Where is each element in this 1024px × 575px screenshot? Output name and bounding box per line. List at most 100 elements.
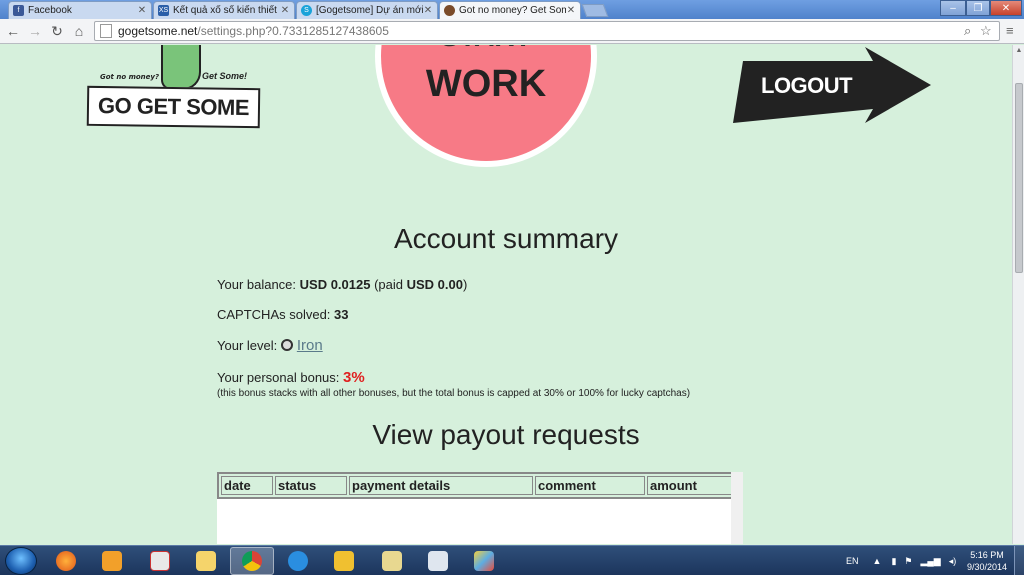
column-header-payment-details: payment details [349, 476, 533, 495]
page-scrollbar[interactable]: ▲ [1012, 45, 1024, 544]
logo-sign: GO GET SOME [86, 85, 261, 129]
language-indicator[interactable]: EN [846, 556, 859, 566]
taskbar-file-explorer[interactable] [184, 547, 228, 575]
start-work-button[interactable]: START WORK [375, 45, 597, 167]
bonus-line: Your personal bonus: 3% [217, 369, 365, 386]
tab-label: Kết quả xổ số kiến thiết 3 | [173, 5, 280, 16]
gogetsome-icon [444, 5, 455, 16]
level-link[interactable]: Iron [297, 337, 323, 354]
tab-label: [Gogetsome] Dự án mới - [316, 5, 423, 16]
logo-tagline-right: Get Some! [202, 71, 248, 81]
start-button[interactable] [5, 547, 37, 575]
tab-label: Got no money? Get Some [459, 5, 566, 16]
back-icon[interactable]: ← [4, 22, 22, 40]
bonus-note: (this bonus stacks with all other bonuse… [217, 388, 691, 399]
paint-icon [474, 551, 494, 571]
reload-icon[interactable]: ↻ [48, 22, 66, 40]
table-scrollbar[interactable] [731, 472, 743, 544]
zoom-icon[interactable]: ⌕ [964, 23, 971, 39]
show-hidden-icons-icon[interactable]: ▲ [873, 556, 882, 566]
clock-time: 5:16 PM [970, 550, 1004, 560]
close-icon[interactable]: ✕ [280, 5, 290, 16]
internet-explorer-icon [288, 551, 308, 571]
facebook-icon: f [13, 5, 24, 16]
paid-value: USD 0.00 [406, 277, 463, 292]
firefox-icon [56, 551, 76, 571]
url-path: /settings.php?0.7331285127438605 [197, 24, 389, 38]
level-line: Your level: Iron [217, 337, 323, 354]
start-text: START [375, 45, 597, 53]
column-header-date: date [221, 476, 273, 495]
close-window-button[interactable]: ✕ [990, 0, 1022, 16]
taskbar-folder[interactable] [370, 547, 414, 575]
cursor-tool-icon [428, 551, 448, 571]
column-header-status: status [275, 476, 347, 495]
vietnamese-app-icon [150, 551, 170, 571]
action-center-icon[interactable]: ⚑ [904, 556, 912, 567]
system-tray: EN ▲ ▮ ⚑ ▂▄▆ ◂) [846, 546, 956, 575]
skype-icon: S [301, 5, 312, 16]
taskbar-media-player[interactable] [90, 547, 134, 575]
scroll-up-icon[interactable]: ▲ [1013, 45, 1024, 57]
home-icon[interactable]: ⌂ [70, 22, 88, 40]
menu-icon[interactable]: ≡ [1006, 23, 1014, 38]
bonus-value: 3% [343, 369, 365, 386]
system-clock[interactable]: 5:16 PM 9/30/2014 [962, 549, 1012, 573]
work-text: WORK [425, 63, 547, 105]
xs-icon: XS [158, 5, 169, 16]
url-host: gogetsome.net [118, 24, 198, 38]
forward-icon[interactable]: → [26, 22, 44, 40]
minimize-button[interactable]: – [940, 0, 966, 16]
address-bar[interactable]: gogetsome.net/settings.php?0.73312851274… [94, 21, 1000, 41]
taskbar-cursor-tool[interactable] [416, 547, 460, 575]
column-header-amount: amount [647, 476, 736, 495]
tab-label: Facebook [28, 5, 72, 16]
volume-icon[interactable]: ◂) [949, 556, 957, 567]
logout-button[interactable]: LOGOUT [733, 47, 931, 125]
chrome-icon [242, 551, 262, 571]
taskbar-game[interactable] [322, 547, 366, 575]
browser-toolbar: ← → ↻ ⌂ gogetsome.net/settings.php?0.733… [0, 19, 1024, 44]
payout-table-container[interactable]: date status payment details comment amou… [217, 472, 743, 544]
windows-taskbar: EN ▲ ▮ ⚑ ▂▄▆ ◂) 5:16 PM 9/30/2014 [0, 545, 1024, 575]
site-logo[interactable]: Got no money? Get Some! GO GET SOME [86, 45, 264, 130]
close-icon[interactable]: ✕ [566, 5, 576, 16]
close-icon[interactable]: ✕ [423, 5, 433, 16]
bonus-label: Your personal bonus: [217, 370, 344, 385]
paid-open: (paid [370, 277, 407, 292]
captchas-line: CAPTCHAs solved: 33 [217, 307, 349, 322]
tab-facebook[interactable]: f Facebook ✕ [8, 1, 152, 19]
paid-close: ) [462, 277, 468, 292]
captchas-label: CAPTCHAs solved: [217, 307, 335, 322]
scroll-thumb[interactable] [1015, 83, 1023, 273]
taskbar-chrome[interactable] [230, 547, 274, 575]
balance-value: USD 0.0125 [299, 277, 371, 292]
game-icon [334, 551, 354, 571]
taskbar-paint[interactable] [462, 547, 506, 575]
maximize-button[interactable]: ❐ [966, 0, 990, 16]
media-player-icon [102, 551, 122, 571]
network-icon[interactable]: ▂▄▆ [920, 556, 940, 567]
close-icon[interactable]: ✕ [137, 5, 147, 16]
folder-icon [382, 551, 402, 571]
tab-gogetsome-active[interactable]: Got no money? Get Some ✕ [439, 1, 581, 19]
taskbar-internet-explorer[interactable] [276, 547, 320, 575]
tab-xoso[interactable]: XS Kết quả xổ số kiến thiết 3 | ✕ [153, 1, 295, 19]
bookmark-star-icon[interactable]: ☆ [980, 23, 992, 39]
clock-date: 9/30/2014 [966, 562, 1008, 572]
page-content: Got no money? Get Some! GO GET SOME STAR… [0, 45, 1012, 544]
taskbar-vietnamese-app[interactable] [138, 547, 182, 575]
iron-level-icon [280, 339, 293, 351]
balance-label: Your balance: [217, 277, 300, 292]
taskbar-firefox[interactable] [44, 547, 88, 575]
level-label: Your level: [217, 338, 281, 353]
tab-gogetsome-skype[interactable]: S [Gogetsome] Dự án mới - ✕ [296, 1, 438, 19]
captchas-value: 33 [334, 307, 349, 322]
table-header-row: date status payment details comment amou… [221, 476, 736, 495]
battery-icon[interactable]: ▮ [891, 556, 896, 567]
show-desktop-button[interactable] [1014, 546, 1024, 575]
file-explorer-icon [196, 551, 216, 571]
new-tab-button[interactable] [581, 4, 609, 17]
logo-tagline-left: Got no money? [100, 73, 160, 81]
column-header-comment: comment [535, 476, 645, 495]
